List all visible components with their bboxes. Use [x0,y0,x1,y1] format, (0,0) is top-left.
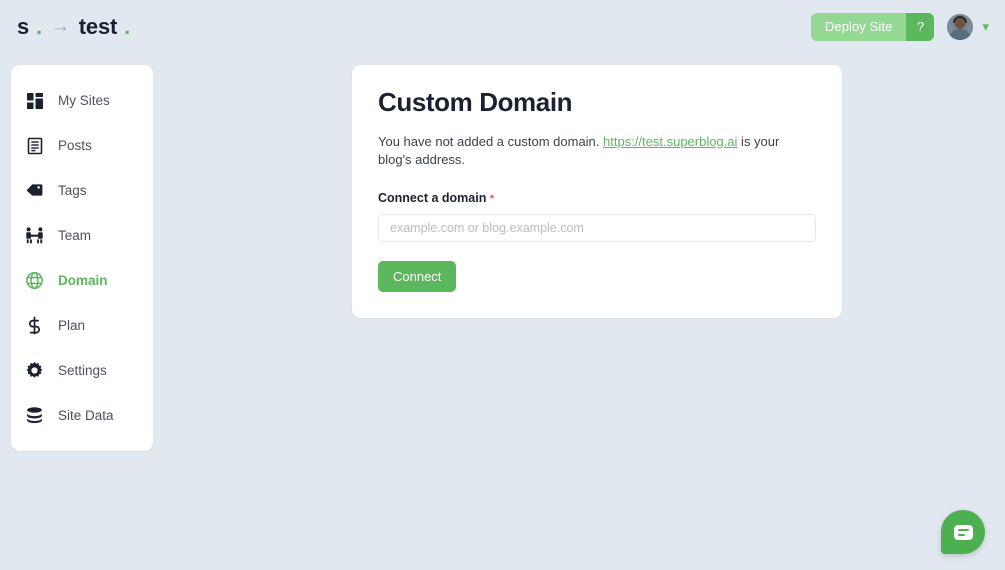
avatar-body [949,28,972,40]
deploy-group: Deploy Site ? [810,12,935,41]
blog-url-link[interactable]: https://test.superblog.ai [603,134,737,149]
sidebar-item-label: Settings [58,363,107,378]
gear-icon [25,361,44,380]
chevron-down-icon[interactable]: ▾ [982,20,989,33]
globe-icon [25,271,44,290]
avatar[interactable] [947,13,974,40]
chat-bubble-icon [953,524,973,540]
sidebar-item-my-sites[interactable]: My Sites [11,78,153,123]
sidebar: My Sites Posts Tags Team Domain Plan Set… [11,65,153,451]
connect-button[interactable]: Connect [378,261,457,293]
arrow-right-icon: → [50,15,70,37]
brand-site-name: test [78,13,118,39]
deploy-site-button[interactable]: Deploy Site [810,12,907,41]
sidebar-item-label: Team [58,228,92,243]
document-icon [25,136,44,155]
page-title: Custom Domain [378,87,573,117]
sidebar-item-domain[interactable]: Domain [11,258,153,303]
brand-logo[interactable]: s. → test. [17,14,130,40]
domain-status-text: You have not added a custom domain. http… [378,133,816,169]
sidebar-item-site-data[interactable]: Site Data [11,393,153,438]
help-button[interactable]: ? [906,12,935,41]
team-icon [25,226,44,245]
domain-input[interactable] [378,214,816,243]
top-bar-actions: Deploy Site ? ▾ [810,12,989,41]
sidebar-item-posts[interactable]: Posts [11,123,153,168]
connect-domain-label: Connect a domain * [378,191,816,205]
domain-status-prefix: You have not added a custom domain. [378,134,604,149]
sidebar-item-label: Posts [58,138,92,153]
account-menu[interactable]: ▾ [947,13,989,40]
sidebar-item-label: Plan [58,318,86,333]
sidebar-item-tags[interactable]: Tags [11,168,153,213]
sidebar-item-label: Domain [58,273,108,288]
dollar-icon [25,316,44,335]
brand-name-dot: . [124,13,131,39]
required-marker: * [489,193,495,206]
main-content: Custom Domain You have not added a custo… [153,65,1005,319]
sidebar-item-team[interactable]: Team [11,213,153,258]
sidebar-item-settings[interactable]: Settings [11,348,153,393]
chat-widget-button[interactable] [941,510,985,554]
brand-site-short: s [17,13,30,39]
top-bar: s. → test. Deploy Site ? ▾ [0,0,1005,53]
custom-domain-card: Custom Domain You have not added a custo… [352,65,842,319]
sidebar-item-label: My Sites [58,93,110,108]
sidebar-item-label: Site Data [58,408,114,423]
page-layout: My Sites Posts Tags Team Domain Plan Set… [0,53,1005,451]
avatar-face [954,17,966,29]
connect-domain-label-text: Connect a domain [378,191,487,206]
database-icon [25,406,44,425]
grid-icon [25,91,44,110]
brand-dot: . [36,13,42,39]
sidebar-item-plan[interactable]: Plan [11,303,153,348]
sidebar-item-label: Tags [58,183,87,198]
tag-icon [25,181,44,200]
